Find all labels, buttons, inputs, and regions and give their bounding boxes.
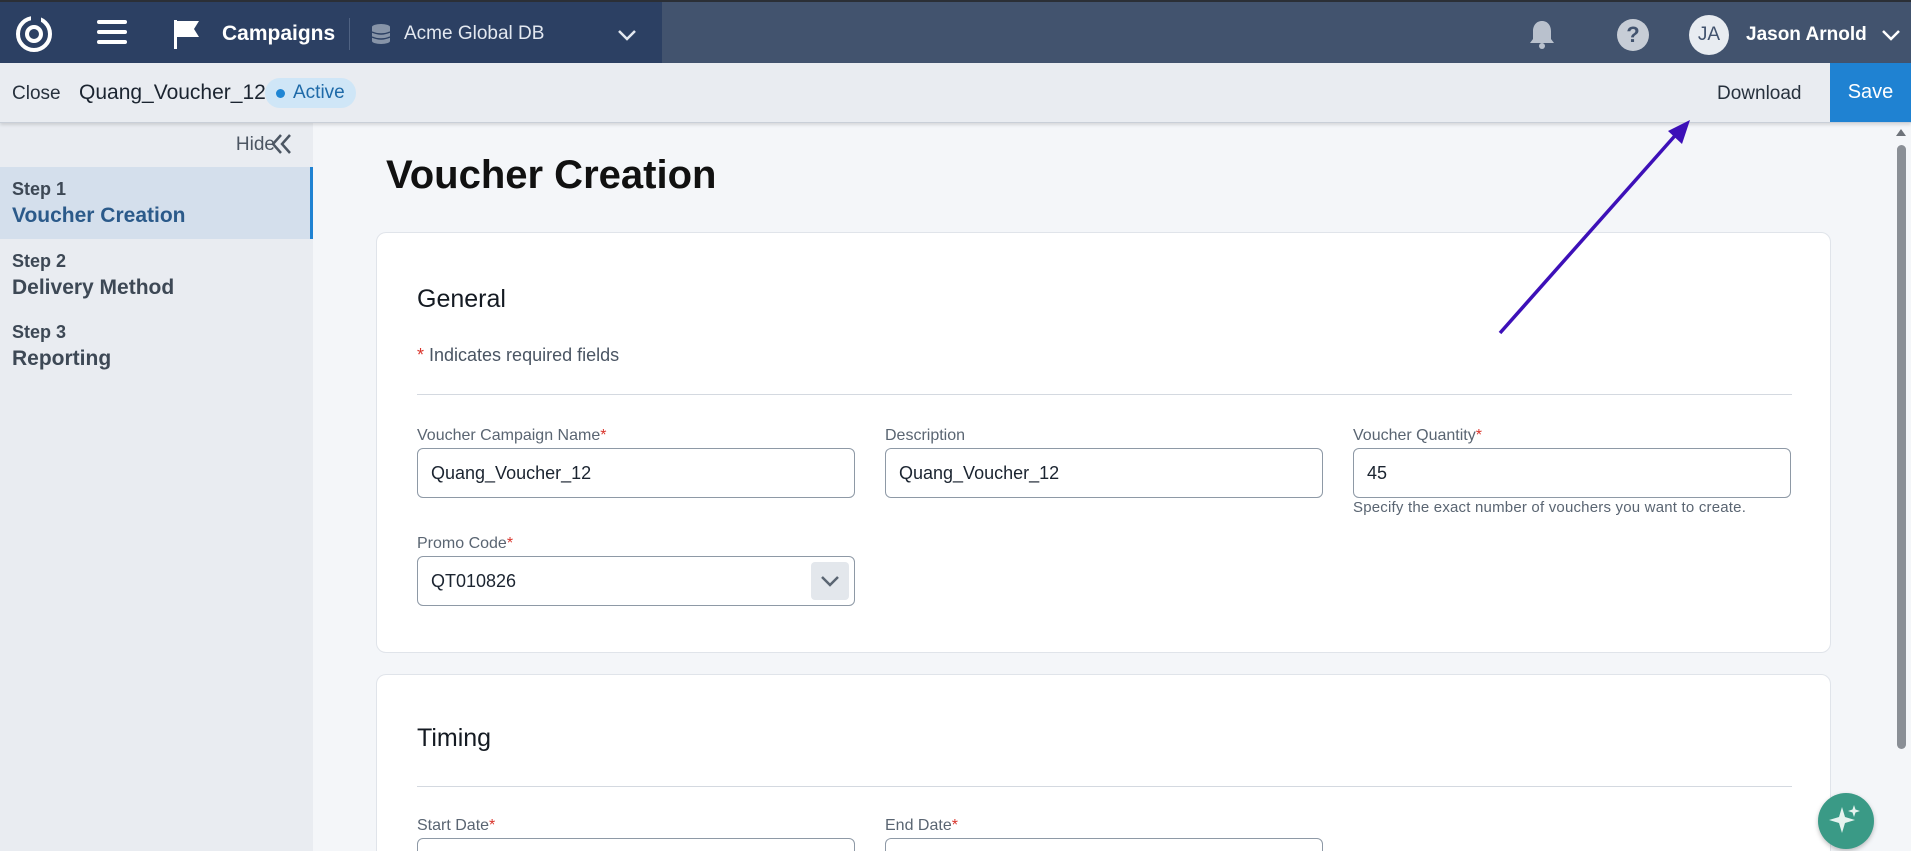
- app-nav-section: Campaigns Acme Global DB: [0, 2, 662, 63]
- step-title: Delivery Method: [12, 276, 175, 299]
- close-button[interactable]: Close: [12, 83, 61, 105]
- start-date-label: Start Date*: [417, 817, 496, 834]
- promo-code-select[interactable]: QT010826: [417, 556, 855, 606]
- description-input[interactable]: Quang_Voucher_12: [885, 448, 1323, 498]
- step-title: Voucher Creation: [12, 204, 186, 227]
- double-chevron-left-icon[interactable]: [269, 131, 293, 157]
- nav-divider: [349, 18, 350, 50]
- section-divider: [417, 394, 1792, 395]
- voucher-quantity-help: Specify the exact number of vouchers you…: [1353, 499, 1747, 516]
- step-number: Step 1: [12, 179, 67, 199]
- help-icon[interactable]: ?: [1617, 19, 1649, 51]
- step-number: Step 2: [12, 251, 67, 271]
- ai-assistant-button[interactable]: [1818, 793, 1874, 849]
- chevron-down-icon[interactable]: [811, 562, 849, 600]
- campaign-name: Quang_Voucher_12: [79, 81, 266, 104]
- campaign-name-label: Voucher Campaign Name*: [417, 427, 607, 444]
- database-selector[interactable]: Acme Global DB: [404, 23, 544, 45]
- page-title: Voucher Creation: [386, 153, 717, 197]
- description-label: Description: [885, 427, 966, 444]
- promo-code-value: QT010826: [431, 571, 517, 591]
- general-section: General * Indicates required fields Vouc…: [376, 232, 1831, 653]
- step-delivery-method[interactable]: Step 2 Delivery Method: [0, 239, 313, 311]
- top-navigation-bar: Campaigns Acme Global DB ? JA Jason Arno…: [0, 0, 1911, 63]
- app-title[interactable]: Campaigns: [222, 22, 335, 46]
- status-dot: [276, 89, 285, 98]
- flag-icon: [174, 20, 199, 49]
- timing-section: Timing Start Date* End Date*: [376, 674, 1831, 851]
- voucher-quantity-label: Voucher Quantity*: [1353, 427, 1482, 444]
- promo-code-label: Promo Code*: [417, 535, 514, 552]
- section-title-timing: Timing: [417, 724, 492, 752]
- menu-icon[interactable]: [97, 20, 127, 46]
- status-label: Active: [293, 82, 345, 103]
- campaign-header: Close Quang_Voucher_12 Active Download S…: [0, 63, 1911, 123]
- status-badge: Active: [265, 78, 356, 108]
- user-menu-chevron-icon[interactable]: [1880, 24, 1902, 46]
- bell-icon[interactable]: [1527, 18, 1557, 50]
- sparkle-icon: [1829, 805, 1860, 833]
- logo-icon[interactable]: [14, 14, 54, 54]
- avatar[interactable]: JA: [1689, 15, 1729, 55]
- save-button[interactable]: Save: [1830, 63, 1911, 122]
- voucher-quantity-input[interactable]: 45: [1353, 448, 1791, 498]
- step-title: Reporting: [12, 347, 112, 370]
- section-divider: [417, 786, 1792, 787]
- step-voucher-creation[interactable]: Step 1 Voucher Creation: [0, 167, 313, 239]
- step-reporting[interactable]: Step 3 Reporting: [0, 310, 313, 382]
- database-icon: [371, 24, 391, 44]
- user-name[interactable]: Jason Arnold: [1746, 24, 1867, 46]
- end-date-label: End Date*: [885, 817, 958, 834]
- chevron-down-icon[interactable]: [616, 24, 638, 46]
- scroll-up-icon[interactable]: [1896, 129, 1906, 136]
- section-title-general: General: [417, 285, 506, 313]
- campaign-name-input[interactable]: Quang_Voucher_12: [417, 448, 855, 498]
- download-button[interactable]: Download: [1717, 83, 1802, 105]
- required-fields-note: * Indicates required fields: [417, 345, 620, 365]
- page-scrollbar[interactable]: [1894, 127, 1908, 851]
- steps-sidebar: Hide Step 1 Voucher Creation Step 2 Deli…: [0, 123, 313, 851]
- scroll-thumb[interactable]: [1897, 145, 1906, 749]
- start-date-input[interactable]: [417, 838, 855, 851]
- end-date-input[interactable]: [885, 838, 1323, 851]
- step-number: Step 3: [12, 322, 67, 342]
